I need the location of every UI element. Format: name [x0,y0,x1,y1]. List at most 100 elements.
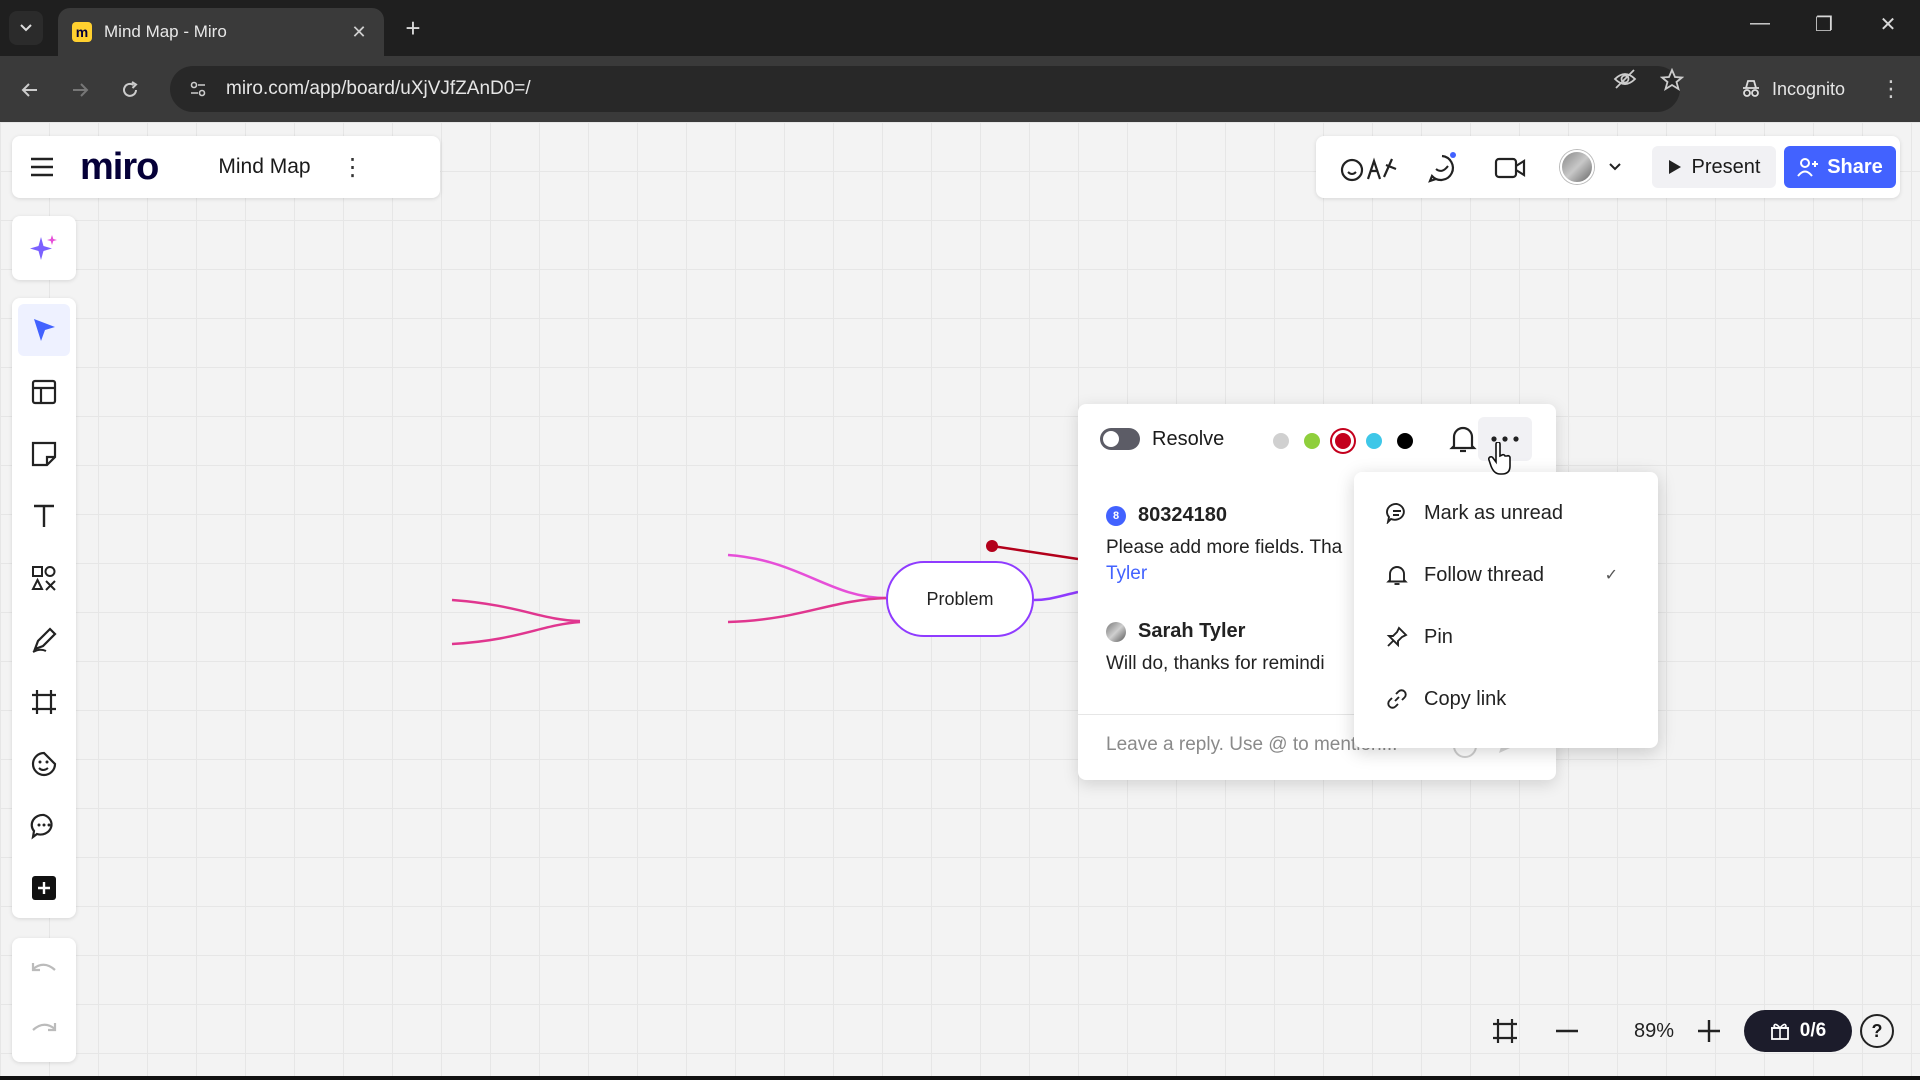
checkmark-icon: ✓ [1604,567,1618,584]
hamburger-icon [31,157,53,177]
chevron-down-icon [20,24,32,32]
board-count-badge[interactable]: 0/6 [1744,1010,1852,1052]
redo-button[interactable] [18,1004,70,1056]
forward-button[interactable] [64,74,96,106]
redo-icon [32,1023,57,1032]
menu-item-label: Mark as unread [1424,501,1563,524]
new-tab-button[interactable]: + [398,13,428,43]
undo-button[interactable] [18,944,70,996]
zoom-in-button[interactable] [1690,1012,1728,1050]
board-count-text: 0/6 [1799,1020,1827,1041]
comment-message: Sarah Tyler Will do, thanks for remindi [1106,620,1325,675]
comment-message: 8 80324180 Please add more fields. Tha T… [1106,504,1342,585]
incognito-label: Incognito [1772,78,1846,99]
collaborators-menu[interactable] [1560,149,1640,185]
comment-author: 80324180 [1138,504,1227,526]
share-button[interactable]: Share [1784,146,1896,188]
resolve-toggle[interactable] [1100,428,1140,450]
video-camera-icon [1494,157,1526,179]
minimize-button[interactable]: — [1740,12,1780,35]
help-button[interactable]: ? [1860,1014,1894,1048]
chevron-down-icon [1609,163,1621,171]
menu-item-mark-unread[interactable]: Mark as unread [1354,482,1658,544]
hand-cursor-icon [1487,441,1514,481]
color-option-green[interactable] [1304,433,1320,449]
back-button[interactable] [14,74,46,106]
miro-logo[interactable]: miro [80,146,159,189]
arrow-left-icon [21,83,37,97]
add-user-icon [1797,158,1819,177]
frame-tool[interactable] [18,676,70,728]
restore-button[interactable]: ❐ [1804,12,1844,37]
tab-close-icon[interactable]: ✕ [348,22,370,43]
play-icon [1668,160,1681,174]
text-icon [34,504,54,527]
more-apps-tool[interactable] [18,862,70,914]
video-call-button[interactable] [1492,150,1528,186]
incognito-indicator[interactable]: Incognito [1722,66,1863,112]
ai-assist-button[interactable] [12,216,76,280]
shapes-icon [31,566,56,591]
fit-screen-icon [1493,1019,1517,1043]
menu-item-pin[interactable]: Pin [1354,606,1658,668]
menu-item-label: Follow thread [1424,563,1545,586]
shapes-tool[interactable] [18,552,70,604]
menu-item-label: Pin [1424,625,1453,648]
undo-redo-panel [12,938,76,1062]
zoom-out-button[interactable] [1548,1012,1586,1050]
color-option-red[interactable] [1335,433,1351,449]
comment-tool[interactable] [18,800,70,852]
templates-tool[interactable] [18,366,70,418]
stickers-icon [31,751,57,777]
browser-menu-icon[interactable]: ⋮ [1880,76,1902,102]
sticky-note-tool[interactable] [18,428,70,480]
address-bar[interactable]: miro.com/app/board/uXjVJfZAnD0=/ [170,66,1680,112]
color-option-black[interactable] [1397,433,1413,449]
author-avatar [1106,621,1126,642]
color-option-gray[interactable] [1273,433,1289,449]
templates-icon [31,379,57,405]
zoom-level[interactable]: 89% [1634,1020,1674,1043]
reload-button[interactable] [114,74,146,106]
tab-title: Mind Map - Miro [104,22,227,41]
zoom-controls: 89% 0/6 ? [1486,1004,1900,1058]
share-label: Share [1827,155,1883,178]
menu-item-copy-link[interactable]: Copy link [1354,668,1658,730]
stickers-tool[interactable] [18,738,70,790]
comment-thread-header: Resolve [1078,404,1556,474]
thread-options-menu: Mark as unread Follow thread ✓ Pin Copy … [1354,472,1658,748]
pen-tool[interactable] [18,614,70,666]
minus-icon [1556,1029,1578,1033]
mark-unread-icon [1386,503,1405,524]
fit-to-screen-button[interactable] [1486,1012,1524,1050]
tracking-protection-icon[interactable] [1612,66,1638,98]
main-menu-button[interactable] [12,136,72,198]
comment-text: Will do, thanks for remindi [1106,653,1325,674]
mindmap-node-problem[interactable]: Problem [886,561,1034,637]
node-label: Problem [926,588,994,609]
browser-tab-active[interactable]: m Mind Map - Miro ✕ [58,8,384,56]
text-tool[interactable] [18,490,70,542]
board-header-panel: miro Mind Map ⋮ [12,136,440,198]
author-badge: 8 [1106,505,1126,526]
resolve-label: Resolve [1152,428,1225,450]
chat-button[interactable] [1424,150,1460,186]
board-title[interactable]: Mind Map [218,155,310,179]
menu-item-follow-thread[interactable]: Follow thread ✓ [1354,544,1658,606]
mention-link[interactable]: Tyler [1106,563,1342,585]
color-option-cyan[interactable] [1366,433,1382,449]
screen-edge [0,1076,1920,1080]
bell-icon [1386,566,1408,585]
board-options-icon[interactable]: ⋮ [341,153,365,182]
present-button[interactable]: Present [1652,146,1776,188]
reactions-button[interactable] [1340,150,1400,186]
comment-author: Sarah Tyler [1138,620,1246,642]
bookmark-star-icon[interactable] [1659,67,1685,98]
present-label: Present [1691,155,1761,178]
collaboration-bar: Present Share [1316,136,1900,198]
notifications-button[interactable] [1446,422,1480,456]
tab-search-button[interactable] [9,11,43,45]
close-window-button[interactable]: ✕ [1868,12,1908,37]
select-tool[interactable] [18,304,70,356]
bell-icon [1449,426,1477,453]
